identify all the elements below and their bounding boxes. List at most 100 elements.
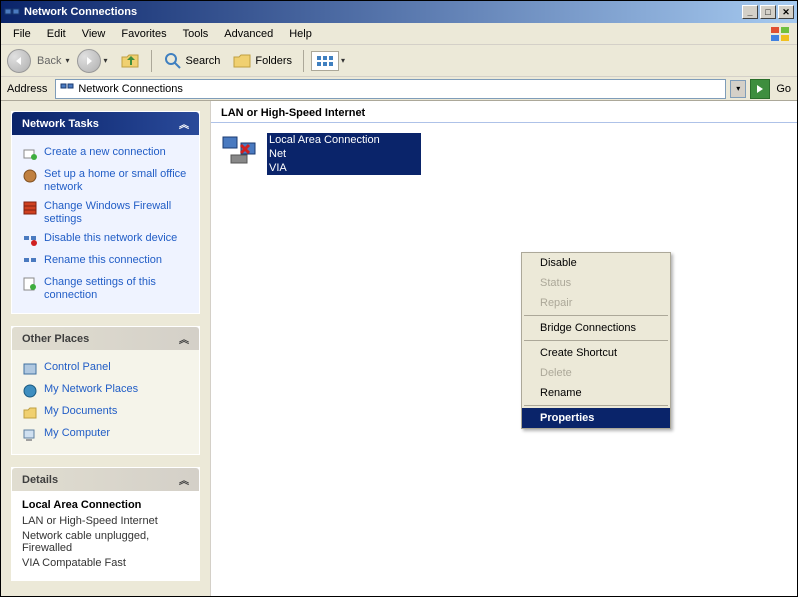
collapse-icon: ︽ — [179, 331, 189, 346]
my-documents-icon — [22, 405, 38, 421]
menu-help[interactable]: Help — [281, 26, 320, 42]
search-icon — [163, 51, 183, 71]
network-tasks-panel: Network Tasks ︽ Create a new connection … — [11, 111, 200, 314]
context-item-properties[interactable]: Properties — [522, 408, 670, 428]
context-menu-separator — [524, 340, 668, 341]
context-item-disable[interactable]: Disable — [522, 253, 670, 273]
context-item-bridge-connections[interactable]: Bridge Connections — [522, 318, 670, 338]
details-connection-device: VIA Compatable Fast — [22, 557, 189, 569]
address-label: Address — [7, 83, 47, 95]
minimize-button[interactable]: _ — [742, 5, 758, 19]
forward-button[interactable] — [77, 49, 101, 73]
place-my-computer[interactable]: My Computer — [22, 424, 189, 446]
menu-view[interactable]: View — [74, 26, 114, 42]
home-network-icon — [22, 168, 38, 184]
connection-name: Local Area Connection — [267, 133, 421, 147]
place-my-documents[interactable]: My Documents — [22, 402, 189, 424]
up-button[interactable] — [116, 49, 144, 73]
other-places-body: Control Panel My Network Places My Docum… — [12, 350, 199, 454]
connection-local-area[interactable]: Local Area Connection Net VIA — [211, 129, 431, 179]
task-disable-device[interactable]: Disable this network device — [22, 229, 189, 251]
content-area: Network Tasks ︽ Create a new connection … — [1, 101, 797, 596]
address-input[interactable]: Network Connections — [55, 79, 726, 99]
connection-icon — [221, 133, 261, 169]
rename-icon — [22, 254, 38, 270]
context-item-repair: Repair — [522, 293, 670, 313]
network-tasks-header[interactable]: Network Tasks ︽ — [12, 112, 199, 135]
address-dropdown-button[interactable]: ▾ — [730, 80, 746, 98]
address-value: Network Connections — [78, 83, 183, 95]
task-firewall-settings[interactable]: Change Windows Firewall settings — [22, 197, 189, 229]
task-create-connection[interactable]: Create a new connection — [22, 143, 189, 165]
settings-icon — [22, 276, 38, 292]
sidebar: Network Tasks ︽ Create a new connection … — [1, 101, 211, 596]
titlebar: Network Connections _ □ ✕ — [1, 1, 797, 23]
context-menu: DisableStatusRepair Bridge Connections Cre… — [521, 252, 671, 429]
task-change-settings[interactable]: Change settings of this connection — [22, 273, 189, 305]
window-title: Network Connections — [24, 6, 740, 18]
task-setup-network[interactable]: Set up a home or small office network — [22, 165, 189, 197]
other-places-title: Other Places — [22, 333, 89, 345]
details-connection-status: Network cable unplugged, Firewalled — [22, 530, 189, 554]
details-panel: Details ︽ Local Area Connection LAN or H… — [11, 467, 200, 581]
close-button[interactable]: ✕ — [778, 5, 794, 19]
folders-icon — [232, 51, 252, 71]
menu-advanced[interactable]: Advanced — [216, 26, 281, 42]
task-rename-connection[interactable]: Rename this connection — [22, 251, 189, 273]
details-title: Details — [22, 474, 58, 486]
control-panel-icon — [22, 361, 38, 377]
details-body: Local Area Connection LAN or High-Speed … — [12, 491, 199, 580]
context-item-status: Status — [522, 273, 670, 293]
folders-label: Folders — [255, 55, 292, 67]
toolbar: Back ▾ ▾ Search Folders ▾ — [1, 45, 797, 77]
other-places-panel: Other Places ︽ Control Panel My Network … — [11, 326, 200, 455]
details-connection-name: Local Area Connection — [22, 499, 189, 511]
menubar: File Edit View Favorites Tools Advanced … — [1, 23, 797, 45]
search-button[interactable]: Search — [159, 49, 225, 73]
menu-file[interactable]: File — [5, 26, 39, 42]
context-item-rename[interactable]: Rename — [522, 383, 670, 403]
folder-up-icon — [120, 51, 140, 71]
new-connection-icon — [22, 146, 38, 162]
windows-flag-icon — [769, 25, 793, 43]
connection-label: Local Area Connection Net VIA — [267, 133, 421, 175]
go-label: Go — [776, 83, 791, 95]
main-pane: LAN or High-Speed Internet Local Area Co… — [211, 101, 797, 596]
group-header-lan: LAN or High-Speed Internet — [211, 101, 797, 123]
views-button[interactable] — [311, 51, 339, 71]
folders-button[interactable]: Folders — [228, 49, 296, 73]
context-menu-separator — [524, 315, 668, 316]
disable-icon — [22, 232, 38, 248]
menu-favorites[interactable]: Favorites — [113, 26, 174, 42]
details-connection-type: LAN or High-Speed Internet — [22, 515, 189, 527]
menu-edit[interactable]: Edit — [39, 26, 74, 42]
maximize-button[interactable]: □ — [760, 5, 776, 19]
views-dropdown-icon[interactable]: ▾ — [341, 56, 345, 65]
place-control-panel[interactable]: Control Panel — [22, 358, 189, 380]
network-places-icon — [22, 383, 38, 399]
menu-tools[interactable]: Tools — [175, 26, 217, 42]
addressbar: Address Network Connections ▾ Go — [1, 77, 797, 101]
search-label: Search — [186, 55, 221, 67]
toolbar-separator-2 — [303, 50, 304, 72]
network-connections-icon — [4, 4, 20, 20]
collapse-icon: ︽ — [179, 116, 189, 131]
back-label: Back — [37, 55, 61, 67]
toolbar-separator — [151, 50, 152, 72]
forward-dropdown-icon[interactable]: ▾ — [103, 56, 107, 65]
network-connections-icon-small — [60, 80, 74, 97]
details-header[interactable]: Details ︽ — [12, 468, 199, 491]
context-item-delete: Delete — [522, 363, 670, 383]
go-button[interactable] — [750, 79, 770, 99]
context-menu-separator — [524, 405, 668, 406]
connection-status-line: Net — [267, 147, 421, 161]
back-dropdown-icon[interactable]: ▾ — [65, 56, 69, 65]
place-network-places[interactable]: My Network Places — [22, 380, 189, 402]
network-tasks-title: Network Tasks — [22, 118, 99, 130]
network-tasks-body: Create a new connection Set up a home or… — [12, 135, 199, 313]
context-item-create-shortcut[interactable]: Create Shortcut — [522, 343, 670, 363]
collapse-icon: ︽ — [179, 472, 189, 487]
other-places-header[interactable]: Other Places ︽ — [12, 327, 199, 350]
connection-device-line: VIA — [267, 161, 421, 175]
back-button[interactable] — [7, 49, 31, 73]
